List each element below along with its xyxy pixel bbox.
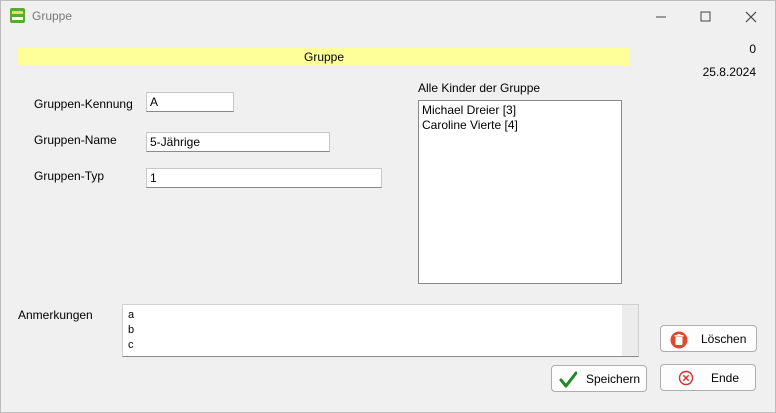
delete-button-label: Löschen xyxy=(701,332,747,346)
list-item[interactable]: Caroline Vierte [4] xyxy=(422,118,618,133)
dialog-window: Gruppe Gruppe 0 25.8.2024 Gruppen-Kennun… xyxy=(0,0,776,413)
notes-label: Anmerkungen xyxy=(18,308,93,322)
notes-line: b xyxy=(128,324,135,336)
maximize-icon xyxy=(700,11,711,22)
typ-label: Gruppen-Typ xyxy=(34,169,105,183)
minimize-icon xyxy=(656,16,666,18)
section-banner: Gruppe xyxy=(18,48,630,66)
children-listbox[interactable]: Michael Dreier [3] Caroline Vierte [4] xyxy=(418,100,622,284)
maximize-button[interactable] xyxy=(687,5,727,29)
delete-button[interactable]: Löschen xyxy=(660,325,757,352)
close-window-button[interactable] xyxy=(732,5,772,29)
save-button[interactable]: Speichern xyxy=(551,365,647,392)
children-list-label: Alle Kinder der Gruppe xyxy=(418,81,541,95)
notes-line: c xyxy=(128,339,134,351)
window-title: Gruppe xyxy=(32,9,73,23)
notes-scrollbar[interactable] xyxy=(622,305,638,356)
typ-field[interactable]: 1 xyxy=(146,168,382,188)
notes-textarea[interactable]: a b c xyxy=(122,304,639,357)
title-bar[interactable]: Gruppe xyxy=(1,1,775,33)
minimize-button[interactable] xyxy=(642,5,682,29)
end-button-label: Ende xyxy=(711,371,740,385)
current-date: 25.8.2024 xyxy=(702,65,756,79)
checkmark-icon xyxy=(559,371,578,392)
close-circle-icon xyxy=(678,370,694,389)
kennung-label: Gruppen-Kennung xyxy=(34,97,133,111)
name-label: Gruppen-Name xyxy=(34,133,117,147)
end-button[interactable]: Ende xyxy=(660,364,756,391)
app-logo-icon xyxy=(10,8,25,23)
trash-icon xyxy=(670,331,688,352)
list-item[interactable]: Michael Dreier [3] xyxy=(422,103,618,118)
name-field[interactable]: 5-Jährige xyxy=(146,132,330,152)
save-button-label: Speichern xyxy=(586,372,641,386)
close-icon xyxy=(745,11,757,23)
notes-line: a xyxy=(128,309,135,321)
kennung-field[interactable]: A xyxy=(146,92,234,112)
record-counter: 0 xyxy=(749,42,756,56)
